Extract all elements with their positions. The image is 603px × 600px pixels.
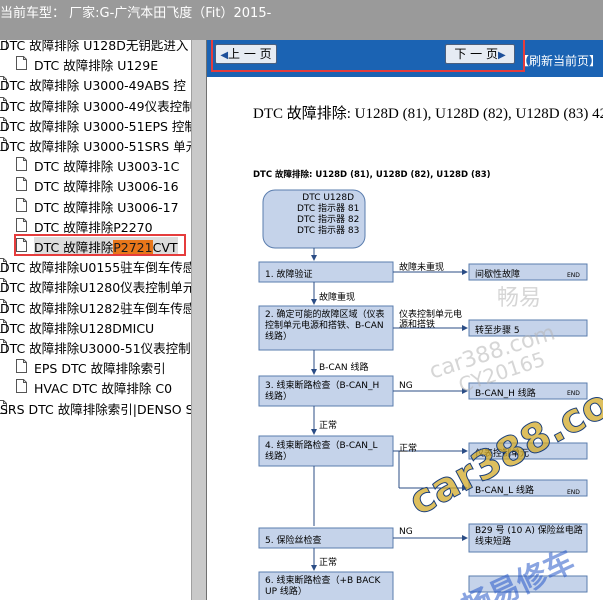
edge-power-ground: 仪表控制单元电源和搭铁 (399, 310, 463, 330)
splitter[interactable] (191, 40, 207, 600)
tree-item[interactable]: DTC 故障排除 U3000-51EPS 控制 (0, 115, 191, 135)
tree-item-label: DTC 故障排除P2270 (34, 219, 153, 235)
edge-repro: 故障重现 (319, 293, 356, 303)
tree-item-label: DTC 故障排除 U129E (34, 58, 159, 74)
edge-ok-3: 正常 (319, 558, 338, 568)
document-icon (16, 217, 27, 232)
tree-item[interactable]: HVAC DTC 故障排除 C0 (0, 377, 191, 397)
tree-item[interactable]: DTC 故障排除U1280仪表控制单元 (0, 276, 191, 296)
tree-item-label: DTC 故障排除U3000-51仪表控制 (0, 341, 191, 356)
tree-item-label: DTC 故障排除U128DMICU (0, 320, 155, 336)
tree-item-label: DTC 故障排除 U3000-49仪表控制 (0, 98, 191, 114)
tree-item-label: DTC 故障排除 U3006-17 (34, 199, 179, 215)
document-icon (16, 177, 27, 192)
tree-item[interactable]: DTC 故障排除 U3000-49ABS 控 (0, 74, 191, 94)
document-pane: ◀上 一 页 下 一 页▶ 【刷新当前页】 DTC 故障排除: U128D (8… (207, 40, 603, 600)
edge-ng-1: NG (399, 381, 413, 391)
edge-not-repro: 故障未重现 (399, 263, 445, 273)
tree-item[interactable]: DTC 故障排除 U129E (0, 54, 191, 74)
watermark-1: 畅易 (497, 286, 542, 311)
edge-ng-2: NG (399, 527, 413, 537)
title-bar: 当前车型： 厂家:G-广汽本田飞度（Fit）2015- (0, 0, 603, 40)
vehicle-title: 当前车型： 厂家:G-广汽本田飞度（Fit）2015- (0, 6, 272, 21)
step-5: 5. 保险丝检查 (265, 536, 322, 546)
tree-item-label: DTC 故障排除 U3000-49ABS 控 (0, 78, 186, 94)
tree-item-label: DTC 故障排除U0155驻车倒车传感 (0, 260, 191, 276)
document-icon (16, 56, 27, 71)
edge-ok-1: 正常 (319, 421, 338, 431)
result-intermittent: 间歇性故障 (475, 270, 521, 280)
tree-item[interactable]: DTC 故障排除 U3000-51SRS 单元 (0, 135, 191, 155)
tree-item[interactable]: DTC 故障排除P2270 (0, 216, 191, 236)
tree-item[interactable]: DTC 故障排除 U3003-1C (0, 155, 191, 175)
edge-bcan: B-CAN 线路 (319, 363, 369, 373)
tree-item-label: DTC 故障排除 U3006-16 (34, 179, 179, 195)
navigation-tree[interactable]: DTC 故障排除 U128D无钥匙进入 DTC 故障排除 U129E DTC 故障排… (0, 40, 191, 600)
tree-item-label: DTC 故障排除 U3000-51EPS 控制 (0, 118, 191, 134)
tree-item[interactable]: DTC 故障排除U1282驻车倒车传感 (0, 297, 191, 317)
tree-item[interactable]: DTC 故障排除U0155驻车倒车传感 (0, 256, 191, 276)
step-4: 4. 线束断路检查（B-CAN_L 线路） (265, 441, 378, 462)
tree-item-label: HVAC DTC 故障排除 C0 (34, 381, 173, 397)
tree-item-label: DTC 故障排除 U3000-51SRS 单元 (0, 139, 191, 154)
tree-item[interactable]: SRS DTC 故障排除索引|DENSO S (0, 398, 191, 418)
tree-item[interactable]: DTC 故障排除U3000-51仪表控制 (0, 337, 191, 357)
start-box-text: DTC U128D DTC 指示器 81 DTC 指示器 82 DTC 指示器 … (297, 193, 360, 236)
end-1: END (567, 272, 580, 279)
step-2: 2. 确定可能的故障区域（仪表控制单元电源和搭铁、B-CAN 线路） (265, 310, 385, 342)
step-6: 6. 线束断路检查（+B BACK UP 线路） (265, 576, 381, 597)
tree-item[interactable]: DTC 故障排除 U3006-17 (0, 196, 191, 216)
result-fuse: B29 号 (10 A) 保险丝电路线束短路 (475, 526, 583, 547)
document-icon (16, 197, 27, 212)
selected-item-box (14, 234, 186, 256)
edge-ok-2: 正常 (399, 444, 418, 454)
tree-item[interactable]: DTC 故障排除 U128D无钥匙进入 (0, 40, 191, 54)
step-3: 3. 线束断路检查（B-CAN_H 线路） (265, 381, 380, 402)
tree-item[interactable]: DTC 故障排除P2721CVT (0, 234, 191, 256)
document-icon (16, 157, 27, 172)
tree-item[interactable]: DTC 故障排除 U3000-49仪表控制 (0, 95, 191, 115)
tree-item-label: DTC 故障排除U1282驻车倒车传感 (0, 300, 191, 316)
tree-item-label: DTC 故障排除 U128D无钥匙进入 (0, 40, 189, 53)
document-icon (16, 359, 27, 374)
tree-item[interactable]: DTC 故障排除U128DMICU (0, 317, 191, 337)
end-3: END (567, 489, 580, 496)
tree-item-label: EPS DTC 故障排除索引 (34, 361, 166, 377)
tree-item-label: DTC 故障排除U1280仪表控制单元 (0, 280, 191, 296)
tree-item[interactable]: EPS DTC 故障排除索引 (0, 357, 191, 377)
tree-item-label: SRS DTC 故障排除索引|DENSO S (0, 401, 191, 417)
tree-item-label: DTC 故障排除 U3003-1C (34, 159, 180, 175)
document-icon (16, 379, 27, 394)
tree-item[interactable]: DTC 故障排除 U3006-16 (0, 175, 191, 195)
step-1: 1. 故障验证 (265, 270, 313, 280)
